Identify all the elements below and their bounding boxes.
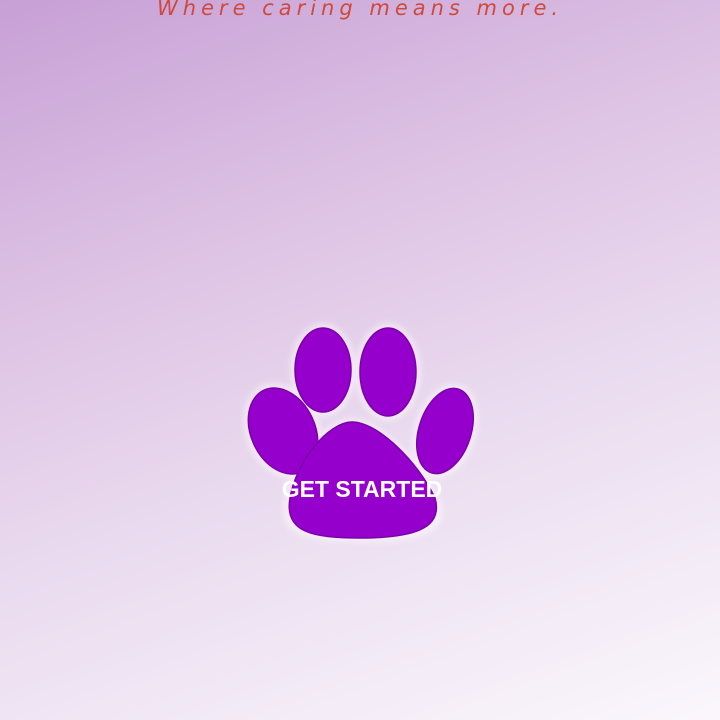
get-started-button[interactable]: GET STARTED — [230, 310, 490, 560]
paw-icon — [243, 323, 479, 542]
get-started-label: GET STARTED — [281, 476, 443, 502]
tagline: Where caring means more. — [156, 0, 564, 20]
